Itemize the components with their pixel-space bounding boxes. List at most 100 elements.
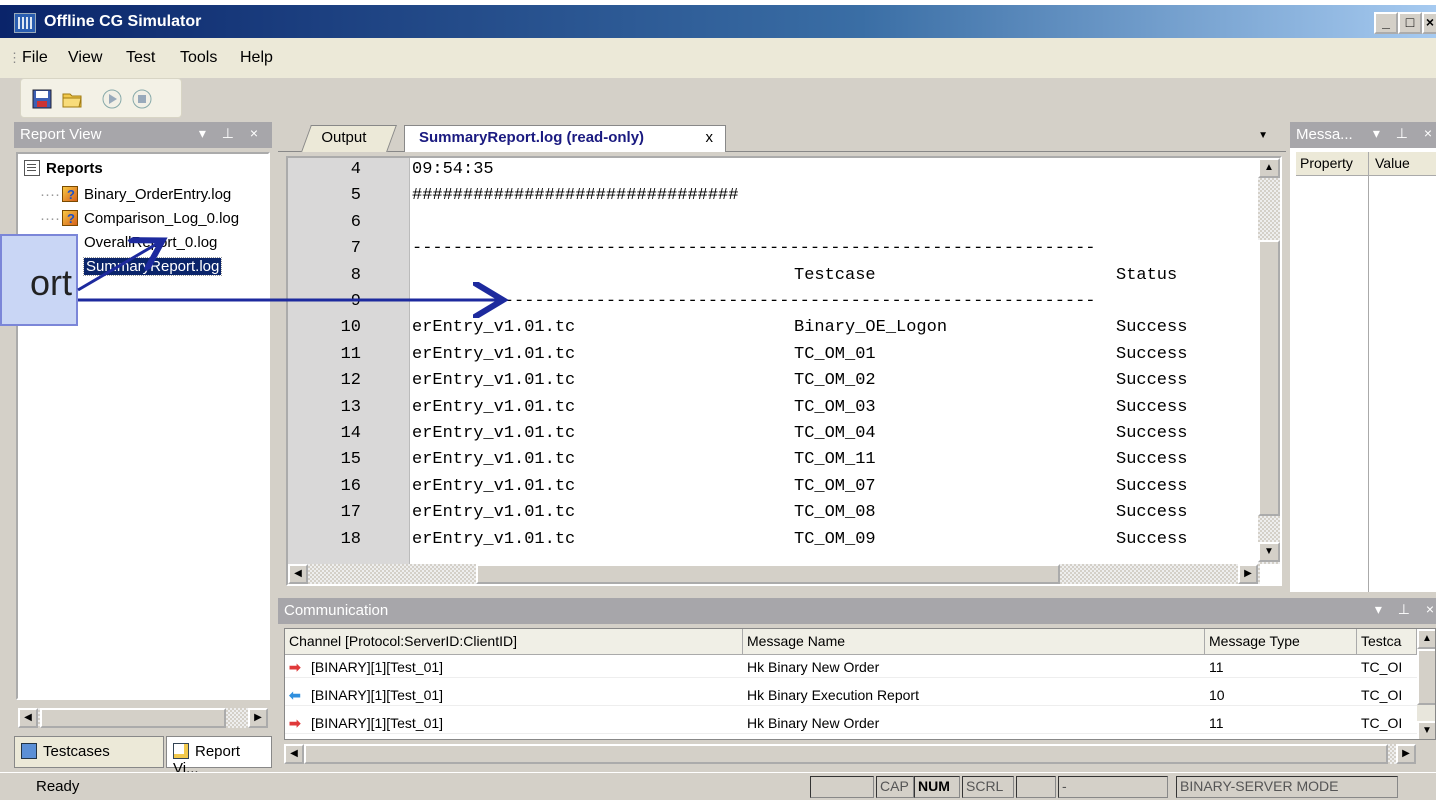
- menu-tools[interactable]: Tools: [180, 49, 217, 67]
- incoming-arrow-icon: ⬅: [289, 687, 301, 703]
- comm-cell-channel[interactable]: ⬅ [BINARY][1][Test_01]: [285, 684, 743, 706]
- menu-view[interactable]: View: [68, 49, 102, 67]
- scroll-left-button[interactable]: ◀: [288, 564, 308, 584]
- window-title: Offline CG Simulator: [44, 13, 202, 30]
- tab-list-dropdown-icon[interactable]: ▼: [1258, 130, 1268, 141]
- status-mode: BINARY-SERVER MODE: [1176, 776, 1398, 798]
- code-text: erEntry_v1.01.tc: [412, 318, 576, 338]
- comm-vertical-scrollbar[interactable]: ▲ ▼: [1417, 629, 1435, 739]
- open-folder-icon[interactable]: [61, 88, 83, 110]
- comm-cell-type[interactable]: 11: [1205, 712, 1357, 734]
- menu-bar: ⋮ File View Test Tools Help: [0, 38, 1436, 78]
- comm-hscroll-thumb[interactable]: [304, 744, 1388, 764]
- panel-controls[interactable]: ▾ ⊥ ×: [199, 125, 264, 142]
- editor-hscroll-thumb[interactable]: [476, 564, 1060, 584]
- line-number: 6: [350, 212, 361, 232]
- menu-test[interactable]: Test: [126, 49, 155, 67]
- scroll-right-button[interactable]: ▶: [1238, 564, 1258, 584]
- comm-vscroll-thumb[interactable]: [1417, 649, 1435, 705]
- report-view-panel: Report View ▾ ⊥ × Reports ···· Binary_Ord…: [14, 122, 272, 777]
- channel-text: [BINARY][1][Test_01]: [311, 687, 444, 703]
- code-text: TC_OM_11: [794, 450, 876, 470]
- comm-cell-type[interactable]: 11: [1205, 656, 1357, 678]
- comm-cell-name[interactable]: Hk Binary New Order: [743, 712, 1205, 734]
- scroll-up-button[interactable]: ▲: [1258, 158, 1280, 178]
- code-text: Testcase: [794, 265, 876, 285]
- comm-cell-channel[interactable]: ➡ [BINARY][1][Test_01]: [285, 712, 743, 734]
- comm-cell-name[interactable]: Hk Binary New Order: [743, 656, 1205, 678]
- code-text: TC_OM_03: [794, 397, 876, 417]
- editor-vscroll-thumb[interactable]: [1258, 240, 1280, 516]
- scroll-down-button[interactable]: ▼: [1258, 542, 1280, 562]
- line-number: 13: [340, 397, 361, 417]
- status-cap: CAP: [876, 776, 914, 798]
- scroll-down-button[interactable]: ▼: [1417, 721, 1435, 739]
- col-property[interactable]: Property: [1300, 155, 1353, 171]
- code-text: Success: [1116, 318, 1188, 338]
- col-message-type[interactable]: Message Type: [1205, 629, 1357, 655]
- col-channel[interactable]: Channel [Protocol:ServerID:ClientID]: [285, 629, 743, 655]
- scroll-thumb[interactable]: [40, 708, 226, 728]
- title-bar: Offline CG Simulator _ □ ×: [0, 0, 1436, 38]
- comm-cell-tc[interactable]: TC_OI: [1357, 712, 1417, 734]
- scroll-left-button[interactable]: ◀: [18, 708, 38, 728]
- code-text: ----------------------------------------…: [412, 292, 1096, 311]
- tab-output[interactable]: Output: [301, 125, 397, 152]
- code-text: erEntry_v1.01.tc: [412, 503, 576, 523]
- document-icon: [24, 160, 40, 176]
- communication-title: Communication: [284, 602, 389, 619]
- scroll-right-button[interactable]: ▶: [1396, 744, 1416, 764]
- code-view[interactable]: 4 5 6 7 8 9 10 11 12 13 14 15 16 17 18 09:54:35 #######…: [286, 156, 1282, 586]
- comm-cell-tc[interactable]: TC_OI: [1357, 684, 1417, 706]
- tab-testcases[interactable]: Testcases: [14, 736, 164, 768]
- col-message-name[interactable]: Message Name: [743, 629, 1205, 655]
- panel-controls[interactable]: ▾ ⊥ ×: [1375, 601, 1436, 618]
- comm-horizontal-scrollbar[interactable]: ◀ ▶: [284, 744, 1416, 764]
- scroll-up-button[interactable]: ▲: [1417, 629, 1435, 649]
- tab-report-view[interactable]: Report Vi...: [166, 736, 272, 777]
- code-text: Success: [1116, 450, 1188, 470]
- left-horizontal-scrollbar[interactable]: ◀ ▶: [18, 708, 268, 728]
- save-icon[interactable]: [31, 88, 53, 110]
- outgoing-arrow-icon: ➡: [289, 715, 301, 731]
- comm-cell-name[interactable]: Hk Binary Execution Report: [743, 684, 1205, 706]
- code-text: TC_OM_09: [794, 529, 876, 549]
- code-text: erEntry_v1.01.tc: [412, 450, 576, 470]
- line-number: 9: [350, 292, 361, 311]
- tab-close-icon[interactable]: x: [706, 129, 714, 146]
- comm-cell-channel[interactable]: ➡ [BINARY][1][Test_01]: [285, 656, 743, 678]
- left-panel-tabs: Testcases Report Vi...: [14, 736, 272, 777]
- editor-vertical-scrollbar[interactable]: ▲ ▼: [1258, 158, 1280, 564]
- comm-cell-type[interactable]: 10: [1205, 684, 1357, 706]
- grid-divider: [1368, 176, 1369, 592]
- run-icon[interactable]: [101, 88, 123, 110]
- tab-summaryreport[interactable]: SummaryReport.log (read-only) x: [404, 125, 726, 152]
- editor-horizontal-scrollbar[interactable]: ◀ ▶: [288, 564, 1260, 584]
- status-scrl: SCRL: [962, 776, 1014, 798]
- code-text: Success: [1116, 371, 1188, 391]
- report-view-title: Report View: [20, 126, 102, 143]
- code-text: Success: [1116, 344, 1188, 364]
- col-testcase[interactable]: Testca: [1357, 629, 1417, 655]
- scroll-right-button[interactable]: ▶: [248, 708, 268, 728]
- tree-item-binary-orderentry[interactable]: ···· Binary_OrderEntry.log: [40, 184, 231, 206]
- panel-controls[interactable]: ▾ ⊥ ×: [1373, 125, 1436, 142]
- stop-icon[interactable]: [131, 88, 153, 110]
- scroll-left-button[interactable]: ◀: [284, 744, 304, 764]
- col-value[interactable]: Value: [1368, 152, 1416, 176]
- menu-help[interactable]: Help: [240, 49, 273, 67]
- messages-panel: Messa... ▾ ⊥ × Property Value: [1290, 122, 1436, 592]
- code-text: ----------------------------------------…: [412, 239, 1096, 259]
- line-number: 10: [340, 318, 361, 338]
- code-text: Success: [1116, 503, 1188, 523]
- line-number: 4: [350, 160, 361, 179]
- close-button[interactable]: ×: [1422, 12, 1436, 34]
- maximize-button[interactable]: □: [1398, 12, 1422, 34]
- comm-cell-tc[interactable]: TC_OI: [1357, 656, 1417, 678]
- tree-item-comparison-log[interactable]: ···· Comparison_Log_0.log: [40, 208, 239, 230]
- menu-file[interactable]: File: [22, 49, 48, 67]
- tree-root-reports[interactable]: Reports: [24, 158, 103, 180]
- line-number: 17: [340, 503, 361, 523]
- minimize-button[interactable]: _: [1374, 12, 1398, 34]
- code-text: Binary_OE_Logon: [794, 318, 948, 338]
